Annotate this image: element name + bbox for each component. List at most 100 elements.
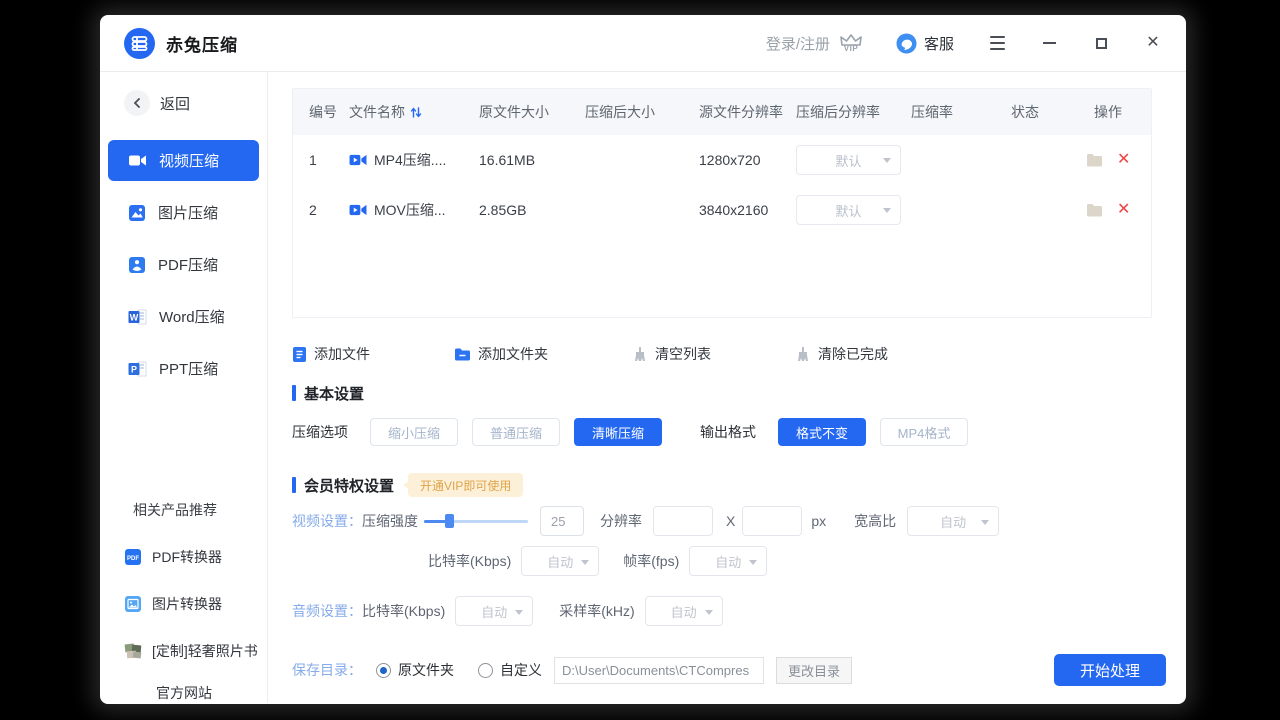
slider-handle[interactable] bbox=[445, 514, 454, 528]
maximize-button[interactable] bbox=[1092, 34, 1110, 52]
open-folder-icon[interactable] bbox=[1086, 153, 1103, 167]
sidebar-item-ppt-compress[interactable]: P PPT压缩 bbox=[108, 348, 259, 389]
delete-file-icon[interactable]: ✕ bbox=[1117, 152, 1130, 168]
radio-original-folder[interactable] bbox=[376, 663, 391, 678]
aspect-ratio-select[interactable]: 自动 bbox=[907, 506, 999, 536]
save-directory-row: 保存目录： 原文件夹 自定义 更改目录 开始处理 bbox=[292, 654, 1166, 686]
bitrate-label: 比特率(Kbps) bbox=[428, 551, 511, 571]
col-filename[interactable]: 文件名称 bbox=[349, 102, 479, 122]
vip-label: VIP bbox=[844, 45, 858, 53]
vip-settings-heading: 会员特权设置 开通VIP即可使用 bbox=[292, 476, 1166, 494]
add-folder-button[interactable]: 添加文件夹 bbox=[454, 344, 548, 364]
col-status: 状态 bbox=[1011, 102, 1094, 122]
sort-icon[interactable] bbox=[410, 106, 422, 119]
open-folder-icon[interactable] bbox=[1086, 203, 1103, 217]
change-directory-button[interactable]: 更改目录 bbox=[776, 657, 852, 684]
customer-service-button[interactable]: 客服 bbox=[896, 33, 954, 54]
video-camera-icon bbox=[128, 151, 147, 170]
strength-value-box[interactable]: 25 bbox=[540, 506, 584, 536]
audio-settings-label: 音频设置： bbox=[292, 601, 362, 621]
option-clear-compress[interactable]: 清晰压缩 bbox=[574, 418, 662, 446]
video-file-icon bbox=[349, 202, 367, 218]
word-icon: W bbox=[128, 308, 147, 326]
sidebar-item-pdf-compress[interactable]: PDF压缩 bbox=[108, 244, 259, 285]
audio-bitrate-label: 比特率(Kbps) bbox=[362, 601, 445, 621]
radio-custom-folder[interactable] bbox=[478, 663, 493, 678]
video-file-icon bbox=[349, 152, 367, 168]
sample-rate-select[interactable]: 自动 bbox=[645, 596, 723, 626]
sample-rate-label: 采样率(kHz) bbox=[559, 601, 634, 621]
fps-select[interactable]: 自动 bbox=[689, 546, 767, 576]
table-row: 1 MP4压缩.... 16.61MB 1280x720 bbox=[293, 135, 1151, 185]
sidebar-item-image-converter[interactable]: 图片转换器 bbox=[100, 594, 267, 614]
pdf-icon bbox=[128, 256, 146, 274]
row-original-size: 2.85GB bbox=[479, 202, 585, 218]
sidebar-item-image-compress[interactable]: 图片压缩 bbox=[108, 192, 259, 233]
minimize-button[interactable] bbox=[1040, 34, 1058, 52]
start-process-button[interactable]: 开始处理 bbox=[1054, 654, 1166, 686]
vip-button[interactable]: VIP bbox=[840, 34, 862, 53]
svg-text:PDF: PDF bbox=[127, 556, 139, 562]
add-file-button[interactable]: 添加文件 bbox=[292, 344, 370, 364]
back-chevron-icon bbox=[124, 90, 150, 116]
video-settings-row: 视频设置： 压缩强度 25 分辨率 X px 宽高比 自动 bbox=[292, 506, 1166, 536]
save-path-input[interactable] bbox=[554, 657, 764, 684]
format-mp4[interactable]: MP4格式 bbox=[880, 418, 968, 446]
resolution-unit-label: px bbox=[811, 513, 826, 529]
menu-button[interactable] bbox=[988, 34, 1006, 52]
resolution-width-input[interactable] bbox=[653, 506, 713, 536]
chevron-down-icon bbox=[981, 520, 989, 525]
output-resolution-select[interactable]: 默认 bbox=[796, 145, 901, 175]
output-resolution-select[interactable]: 默认 bbox=[796, 195, 901, 225]
sidebar-item-photo-book[interactable]: [定制]轻奢照片书 bbox=[100, 641, 267, 661]
clear-finished-button[interactable]: 清除已完成 bbox=[795, 344, 888, 364]
photo-book-icon bbox=[124, 642, 142, 660]
video-settings-label: 视频设置： bbox=[292, 511, 362, 531]
recommend-heading: 相关产品推荐 bbox=[133, 500, 267, 520]
add-file-icon bbox=[292, 346, 307, 363]
audio-bitrate-select[interactable]: 自动 bbox=[455, 596, 533, 626]
sidebar-item-video-compress[interactable]: 视频压缩 bbox=[108, 140, 259, 181]
file-table: 编号 文件名称 原文件大小 压缩后大小 源文件分辨率 压缩后分辨率 压缩率 状态 bbox=[292, 88, 1152, 318]
option-normal-compress[interactable]: 普通压缩 bbox=[472, 418, 560, 446]
strength-slider[interactable] bbox=[424, 514, 528, 528]
pdf-converter-icon: PDF bbox=[124, 548, 142, 566]
strength-label: 压缩强度 bbox=[362, 511, 418, 531]
list-toolbar: 添加文件 添加文件夹 清空列表 bbox=[292, 344, 1166, 364]
section-marker bbox=[292, 385, 296, 401]
delete-file-icon[interactable]: ✕ bbox=[1117, 202, 1130, 218]
basic-settings-heading: 基本设置 bbox=[292, 384, 1166, 402]
resolution-height-input[interactable] bbox=[742, 506, 802, 536]
resolution-label: 分辨率 bbox=[600, 511, 642, 531]
row-filename: MP4压缩.... bbox=[349, 150, 479, 170]
output-format-label: 输出格式 bbox=[700, 422, 756, 442]
chevron-down-icon bbox=[749, 560, 757, 565]
format-keep-original[interactable]: 格式不变 bbox=[778, 418, 866, 446]
close-button[interactable]: ✕ bbox=[1144, 34, 1162, 52]
col-no: 编号 bbox=[309, 102, 349, 122]
aspect-ratio-label: 宽高比 bbox=[854, 511, 896, 531]
ppt-icon: P bbox=[128, 360, 147, 378]
option-shrink-compress[interactable]: 缩小压缩 bbox=[370, 418, 458, 446]
col-source-resolution: 源文件分辨率 bbox=[699, 102, 796, 122]
broom-icon bbox=[795, 346, 811, 362]
compress-option-label: 压缩选项 bbox=[292, 422, 348, 442]
compress-options-row: 压缩选项 缩小压缩 普通压缩 清晰压缩 输出格式 格式不变 MP4格式 bbox=[292, 418, 1166, 446]
col-original-size: 原文件大小 bbox=[479, 102, 585, 122]
add-folder-icon bbox=[454, 347, 471, 362]
file-table-header: 编号 文件名称 原文件大小 压缩后大小 源文件分辨率 压缩后分辨率 压缩率 状态 bbox=[293, 89, 1151, 135]
back-button[interactable]: 返回 bbox=[100, 90, 267, 116]
clear-list-button[interactable]: 清空列表 bbox=[632, 344, 711, 364]
login-register-link[interactable]: 登录/注册 bbox=[766, 33, 830, 54]
row-original-size: 16.61MB bbox=[479, 152, 585, 168]
row-filename: MOV压缩... bbox=[349, 200, 479, 220]
chevron-down-icon bbox=[883, 208, 891, 213]
official-site-link[interactable]: 官方网站 bbox=[156, 683, 267, 703]
image-converter-icon bbox=[124, 595, 142, 613]
sidebar-item-pdf-converter[interactable]: PDF PDF转换器 bbox=[100, 547, 267, 567]
radio-original-folder-label: 原文件夹 bbox=[398, 660, 454, 680]
sidebar-item-word-compress[interactable]: W Word压缩 bbox=[108, 296, 259, 337]
bitrate-select[interactable]: 自动 bbox=[521, 546, 599, 576]
row-source-resolution: 1280x720 bbox=[699, 152, 796, 168]
app-title: 赤兔压缩 bbox=[166, 31, 238, 56]
